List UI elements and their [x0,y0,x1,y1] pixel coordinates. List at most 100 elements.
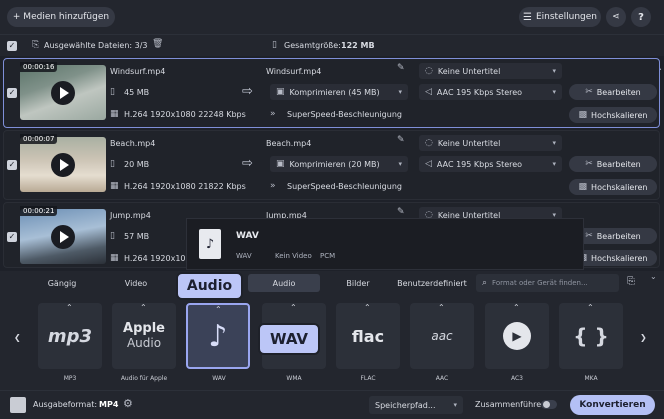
format-gallery: ❮ ❯ ⌃ mp3 MP3 ⌃ Apple Audio Audio für Ap… [0,295,664,390]
superspeed-label: SuperSpeed-Beschleunigung [287,182,402,191]
rename-pencil-icon[interactable]: ✎ [397,63,405,73]
help-button[interactable]: ? [631,7,651,27]
chevron-down-icon: ▾ [398,160,402,168]
upscale-button[interactable]: ▩Hochskalieren [569,107,657,123]
settings-button[interactable]: ☰ Einstellungen [519,7,601,27]
file-checkbox[interactable]: ✓ [7,160,17,170]
subtitle-icon: ◌ [425,66,433,76]
codec-icon: ▦ [110,181,119,191]
input-filename: Jump.mp4 [110,211,151,220]
scissors-icon: ✂ [585,231,593,241]
compress-icon: ▣ [276,87,285,97]
output-format-value: MP4 [99,400,119,409]
input-size: 20 MB [124,160,150,169]
edit-button[interactable]: ✂ Bearbeiten [569,156,657,172]
device-detect-icon[interactable]: ⎘ [627,276,635,287]
chevron-up-icon: ⌃ [587,303,594,312]
format-card-mka[interactable]: ⌃ { } [559,303,623,369]
input-size: 45 MB [124,88,150,97]
convert-arrow-icon: ⇨ [242,84,253,99]
share-button[interactable]: ⋖ [606,7,626,27]
format-label: FLAC [360,375,376,382]
gear-icon[interactable]: ⚙ [123,397,133,410]
upscale-button[interactable]: ▩Hochskalieren [569,179,657,195]
subtitle-dropdown[interactable]: ◌ Keine Untertitel ▾ [419,135,562,151]
chevron-up-icon: ⌃ [215,305,222,314]
format-label: AAC [435,375,449,382]
duration-badge: 00:00:16 [20,62,58,72]
merge-toggle[interactable] [541,400,557,409]
chevron-down-icon: ▾ [552,160,556,168]
tab-audio[interactable]: Audio [248,274,320,292]
tab-images[interactable]: Bilder [322,274,394,292]
play-icon[interactable] [51,225,75,249]
format-card-mp3[interactable]: ⌃ mp3 [38,303,102,369]
chevron-down-icon: ▾ [552,139,556,147]
gallery-prev-icon[interactable]: ❮ [14,333,21,342]
format-card-flac[interactable]: ⌃ flac [336,303,400,369]
video-thumbnail[interactable] [20,137,106,192]
file-icon: ▯ [110,159,115,169]
input-filename: Windsurf.mp4 [110,67,166,76]
settings-sliders-icon: ☰ [523,11,532,23]
play-icon[interactable] [51,153,75,177]
rename-pencil-icon[interactable]: ✎ [397,135,405,145]
upscale-icon: ▩ [578,182,588,192]
format-card-ac3[interactable]: ⌃ ▶ [485,303,549,369]
file-row-windsurf[interactable]: ✓ 00:00:16 Windsurf.mp4 ▯ 45 MB ▦ H.264 … [3,58,660,128]
play-icon[interactable] [51,81,75,105]
format-label: Audio für Apple [120,375,168,382]
format-card-apple-audio[interactable]: ⌃ Apple Audio [112,303,176,369]
chevron-up-icon: ⌃ [66,303,73,312]
duration-badge: 00:00:21 [20,206,58,216]
chevron-up-icon: ⌃ [364,303,371,312]
toggle-knob [543,401,550,408]
format-preview-tooltip: ♪ WAV WAV Kein Video PCM [186,218,584,270]
format-search-field[interactable]: ⌕ Format oder Gerät finden... [476,274,619,292]
gallery-next-icon[interactable]: ❯ [640,333,647,342]
video-thumbnail[interactable] [20,209,106,264]
compress-dropdown[interactable]: ▣ Komprimieren (20 MB) ▾ [270,156,408,172]
tab-custom[interactable]: Benutzerdefiniert [395,274,469,292]
total-size-value: 122 MB [341,41,375,50]
superspeed-icon: » [270,181,276,191]
format-card-wav[interactable]: ⌃ ♪ [186,303,250,369]
rename-pencil-icon[interactable]: ✎ [397,207,405,217]
share-icon: ⋖ [612,12,620,22]
audio-track-dropdown[interactable]: ◁ AAC 195 Kbps Stereo ▾ [419,84,562,100]
output-filename: Windsurf.mp4 [266,67,322,76]
format-tabs: Gängig Video Audio Bilder Benutzerdefini… [0,271,664,295]
audio-track-dropdown[interactable]: ◁ AAC 195 Kbps Stereo ▾ [419,156,562,172]
scissors-icon: ✂ [585,87,593,97]
superspeed-label: SuperSpeed-Beschleunigung [287,110,402,119]
file-checkbox[interactable]: ✓ [7,88,17,98]
select-all-checkbox[interactable]: ✓ [7,41,17,51]
file-checkbox[interactable]: ✓ [7,232,17,242]
subtitle-dropdown[interactable]: ◌ Keine Untertitel ▾ [419,63,562,79]
tab-common[interactable]: Gängig [25,274,99,292]
file-row-beach[interactable]: ✓ 00:00:07 Beach.mp4 ▯ 20 MB ▦ H.264 192… [3,130,660,200]
codec-icon: ▦ [110,109,119,119]
mp3-logo: mp3 [47,325,93,347]
convert-button[interactable]: Konvertieren [570,395,655,415]
speaker-icon: ◁ [425,87,432,97]
bottom-bar: Ausgabeformat: MP4 ⚙ Speicherpfad... ▾ Zu… [0,390,664,419]
compress-dropdown[interactable]: ▣ Komprimieren (45 MB) ▾ [270,84,408,100]
trash-icon[interactable]: 🗑 [152,39,163,49]
apple-logo-text: Apple [123,321,165,336]
format-label: MP3 [63,375,77,382]
upscale-icon: ▩ [578,110,588,120]
add-media-button[interactable]: + Medien hinzufügen [7,7,115,27]
aac-logo: aac [431,329,453,343]
format-card-aac[interactable]: ⌃ aac [410,303,474,369]
input-codec: H.264 1920x1080 [124,254,196,263]
document-icon: ▯ [272,40,277,50]
collapse-chevron-icon[interactable]: ⌄ [650,272,657,281]
edit-button[interactable]: ✂ Bearbeiten [569,84,657,100]
selected-files-label: Ausgewählte Dateien: 3/3 [44,41,148,50]
tab-video[interactable]: Video [99,274,173,292]
video-thumbnail[interactable] [20,65,106,120]
save-path-dropdown[interactable]: Speicherpfad... ▾ [369,396,463,414]
input-codec: H.264 1920x1080 22248 Kbps [124,110,246,119]
convert-arrow-icon: ⇨ [242,156,253,171]
